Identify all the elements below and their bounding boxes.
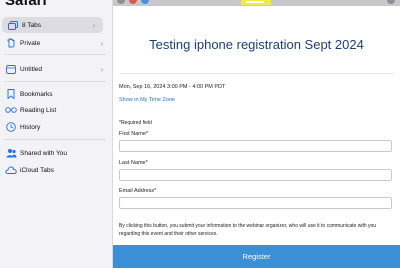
chevron-right-icon: › <box>100 38 104 48</box>
first-name-label: First Name* <box>119 131 149 137</box>
sidebar-item-shared-with-you[interactable]: Shared with You <box>0 145 112 161</box>
cloud-icon <box>4 164 18 176</box>
tab-group-icon <box>4 63 18 75</box>
register-button[interactable]: Register <box>113 245 400 268</box>
chevron-right-icon: › <box>92 20 96 30</box>
bookmark-icon <box>4 88 18 100</box>
divider <box>4 54 106 55</box>
sidebar-item-bookmarks[interactable]: Bookmarks <box>0 86 112 102</box>
chevron-right-icon: › <box>100 64 104 74</box>
webpage-content: Testing iphone registration Sept 2024 Mo… <box>113 0 400 268</box>
glasses-icon <box>4 104 18 116</box>
sidebar-item-private[interactable]: Private › <box>0 35 112 51</box>
sidebar-item-untitled[interactable]: Untitled › <box>0 61 112 77</box>
highlight-mark-stroke <box>246 1 264 3</box>
tab-strip <box>113 0 400 6</box>
last-name-field[interactable] <box>119 169 392 181</box>
divider <box>4 139 106 140</box>
tabs-icon <box>6 19 20 31</box>
divider <box>119 73 394 74</box>
tab-favicon-icon <box>129 0 137 4</box>
app-title: Safari <box>5 0 47 9</box>
sidebar-item-label: Shared with You <box>20 149 67 157</box>
last-name-label: Last Name* <box>119 160 148 166</box>
consent-text: By clicking this button, you submit your… <box>119 223 377 237</box>
email-field[interactable] <box>119 197 392 209</box>
sidebar-item-label: History <box>20 123 41 131</box>
tab-favicon-icon <box>387 0 395 4</box>
sidebar-item-label: Reading List <box>20 106 57 114</box>
tab-favicon-icon <box>141 0 149 4</box>
sidebar-item-icloud-tabs[interactable]: iCloud Tabs <box>0 162 112 178</box>
sidebar-item-label: Bookmarks <box>20 90 53 98</box>
sidebar-item-label: iCloud Tabs <box>20 166 54 174</box>
sidebar-item-history[interactable]: History <box>0 119 112 135</box>
sidebar-item-tabs[interactable]: 8 Tabs › <box>2 17 103 33</box>
sidebar: Safari 8 Tabs › Private › Untitled › Boo… <box>0 0 113 268</box>
event-date: Mon, Sep 16, 2024 3:00 PM - 4:00 PM PDT <box>119 84 226 90</box>
divider <box>4 81 106 82</box>
required-note: *Required field <box>119 120 152 126</box>
hand-icon <box>4 37 18 49</box>
sidebar-item-label: Private <box>20 39 41 47</box>
email-label: Email Address* <box>119 188 157 194</box>
first-name-field[interactable] <box>119 140 392 152</box>
shared-icon <box>4 147 18 159</box>
time-zone-link[interactable]: Show in My Time Zone <box>119 97 175 103</box>
tab-favicon-icon <box>117 0 125 4</box>
sidebar-item-label: 8 Tabs <box>22 21 42 29</box>
clock-icon <box>4 121 18 133</box>
sidebar-item-label: Untitled <box>20 65 43 73</box>
sidebar-item-reading-list[interactable]: Reading List <box>0 102 112 118</box>
page-title: Testing iphone registration Sept 2024 <box>149 37 364 52</box>
